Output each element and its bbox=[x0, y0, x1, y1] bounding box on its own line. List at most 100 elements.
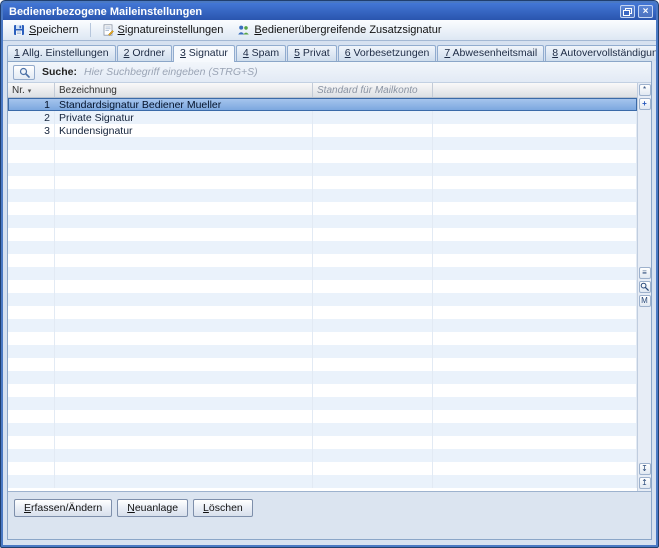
restore-button[interactable] bbox=[620, 5, 635, 18]
tab-spam[interactable]: 4 Spam bbox=[236, 45, 286, 61]
cell-bezeichnung bbox=[55, 423, 313, 436]
cell-standard bbox=[313, 176, 433, 189]
table-row-empty[interactable] bbox=[8, 410, 637, 423]
titlebar[interactable]: Bedienerbezogene Maileinstellungen × bbox=[3, 3, 656, 20]
table-row-empty[interactable] bbox=[8, 397, 637, 410]
table-row-empty[interactable] bbox=[8, 202, 637, 215]
table-row-empty[interactable] bbox=[8, 319, 637, 332]
table-row-empty[interactable] bbox=[8, 462, 637, 475]
column-header-nr[interactable]: Nr. ▾ bbox=[8, 83, 55, 97]
cell-nr: 3 bbox=[8, 124, 55, 137]
table-row-empty[interactable] bbox=[8, 254, 637, 267]
cell-nr bbox=[8, 215, 55, 228]
side-toolbar-middle: ≡ M bbox=[639, 267, 651, 307]
cell-bezeichnung bbox=[55, 176, 313, 189]
cell-nr bbox=[8, 293, 55, 306]
cell-nr bbox=[8, 267, 55, 280]
tab-signatur[interactable]: 3 Signatur bbox=[173, 45, 235, 62]
cell-extra bbox=[433, 280, 637, 293]
column-header-bezeichnung[interactable]: Bezeichnung bbox=[55, 83, 313, 97]
tab-abwesenheitsmail[interactable]: 7 Abwesenheitsmail bbox=[437, 45, 544, 61]
table-row-empty[interactable] bbox=[8, 371, 637, 384]
cell-bezeichnung bbox=[55, 475, 313, 488]
new-button[interactable]: Neuanlage bbox=[117, 499, 188, 517]
cell-nr bbox=[8, 475, 55, 488]
cell-bezeichnung bbox=[55, 137, 313, 150]
table-row-empty[interactable] bbox=[8, 137, 637, 150]
cell-standard bbox=[313, 436, 433, 449]
table-row-empty[interactable] bbox=[8, 332, 637, 345]
table-row-empty[interactable] bbox=[8, 267, 637, 280]
cell-bezeichnung bbox=[55, 332, 313, 345]
search-label: Suche: bbox=[42, 66, 77, 78]
signature-settings-label: Signatureinstellungen bbox=[118, 24, 224, 36]
tab-ordner[interactable]: 2 Ordner bbox=[117, 45, 172, 61]
table-row-empty[interactable] bbox=[8, 436, 637, 449]
search-button[interactable] bbox=[13, 65, 35, 80]
cell-standard bbox=[313, 423, 433, 436]
cell-standard bbox=[313, 371, 433, 384]
cell-standard bbox=[313, 124, 433, 137]
table-row-empty[interactable] bbox=[8, 176, 637, 189]
delete-button[interactable]: Löschen bbox=[193, 499, 253, 517]
table-row-empty[interactable] bbox=[8, 150, 637, 163]
cross-user-signature-button[interactable]: Bedienerübergreifende Zusatzsignatur bbox=[231, 22, 447, 38]
cell-nr bbox=[8, 189, 55, 202]
cell-bezeichnung bbox=[55, 293, 313, 306]
columns-icon[interactable]: ≡ bbox=[639, 267, 651, 279]
table-row-empty[interactable] bbox=[8, 189, 637, 202]
column-header-empty[interactable] bbox=[433, 83, 637, 97]
cell-standard bbox=[313, 306, 433, 319]
tab-privat[interactable]: 5 Privat bbox=[287, 45, 337, 61]
close-button[interactable]: × bbox=[638, 5, 653, 18]
signature-settings-button[interactable]: Signatureinstellungen bbox=[96, 22, 230, 38]
table-row-empty[interactable] bbox=[8, 163, 637, 176]
tab-allg-einstellungen[interactable]: 1 Allg. Einstellungen bbox=[7, 45, 116, 61]
cell-nr bbox=[8, 410, 55, 423]
cell-bezeichnung bbox=[55, 241, 313, 254]
cell-extra bbox=[433, 215, 637, 228]
table-row-empty[interactable] bbox=[8, 345, 637, 358]
cell-standard bbox=[313, 215, 433, 228]
cell-standard bbox=[313, 397, 433, 410]
table-row-empty[interactable] bbox=[8, 306, 637, 319]
table-row-empty[interactable] bbox=[8, 423, 637, 436]
cell-extra bbox=[433, 228, 637, 241]
cell-extra bbox=[433, 98, 637, 111]
table-row-empty[interactable] bbox=[8, 228, 637, 241]
add-icon[interactable]: + bbox=[639, 98, 651, 110]
cell-nr bbox=[8, 150, 55, 163]
tab-autovervollstaendigung[interactable]: 8 Autovervollständigung bbox=[545, 45, 656, 61]
table-row-empty[interactable] bbox=[8, 280, 637, 293]
table-row-empty[interactable] bbox=[8, 241, 637, 254]
table-row-empty[interactable] bbox=[8, 475, 637, 488]
cell-nr bbox=[8, 358, 55, 371]
table-row[interactable]: 1Standardsignatur Bediener Mueller bbox=[8, 98, 637, 111]
cell-standard bbox=[313, 462, 433, 475]
jump-start-icon[interactable]: ↥ bbox=[639, 477, 651, 489]
table-row-empty[interactable] bbox=[8, 384, 637, 397]
table-row[interactable]: 3Kundensignatur bbox=[8, 124, 637, 137]
save-button[interactable]: Speichern bbox=[7, 22, 85, 38]
cell-extra bbox=[433, 202, 637, 215]
magnifier-icon bbox=[19, 67, 30, 78]
tab-vorbesetzungen[interactable]: 6 Vorbesetzungen bbox=[338, 45, 437, 61]
cell-nr bbox=[8, 280, 55, 293]
zoom-icon[interactable] bbox=[639, 281, 651, 293]
jump-end-icon[interactable]: ↧ bbox=[639, 463, 651, 475]
table-row-empty[interactable] bbox=[8, 449, 637, 462]
table-row-empty[interactable] bbox=[8, 215, 637, 228]
cell-extra bbox=[433, 436, 637, 449]
favorites-icon[interactable]: * bbox=[639, 84, 651, 96]
cell-standard bbox=[313, 163, 433, 176]
cell-standard bbox=[313, 332, 433, 345]
table-row-empty[interactable] bbox=[8, 293, 637, 306]
search-input[interactable]: Hier Suchbegriff eingeben (STRG+S) bbox=[84, 66, 258, 78]
cell-standard bbox=[313, 202, 433, 215]
marker-icon[interactable]: M bbox=[639, 295, 651, 307]
edit-button[interactable]: Erfassen/Ändern bbox=[14, 499, 112, 517]
column-header-standard-mailkonto[interactable]: Standard für Mailkonto bbox=[313, 83, 433, 97]
cell-extra bbox=[433, 319, 637, 332]
table-row[interactable]: 2Private Signatur bbox=[8, 111, 637, 124]
table-row-empty[interactable] bbox=[8, 358, 637, 371]
